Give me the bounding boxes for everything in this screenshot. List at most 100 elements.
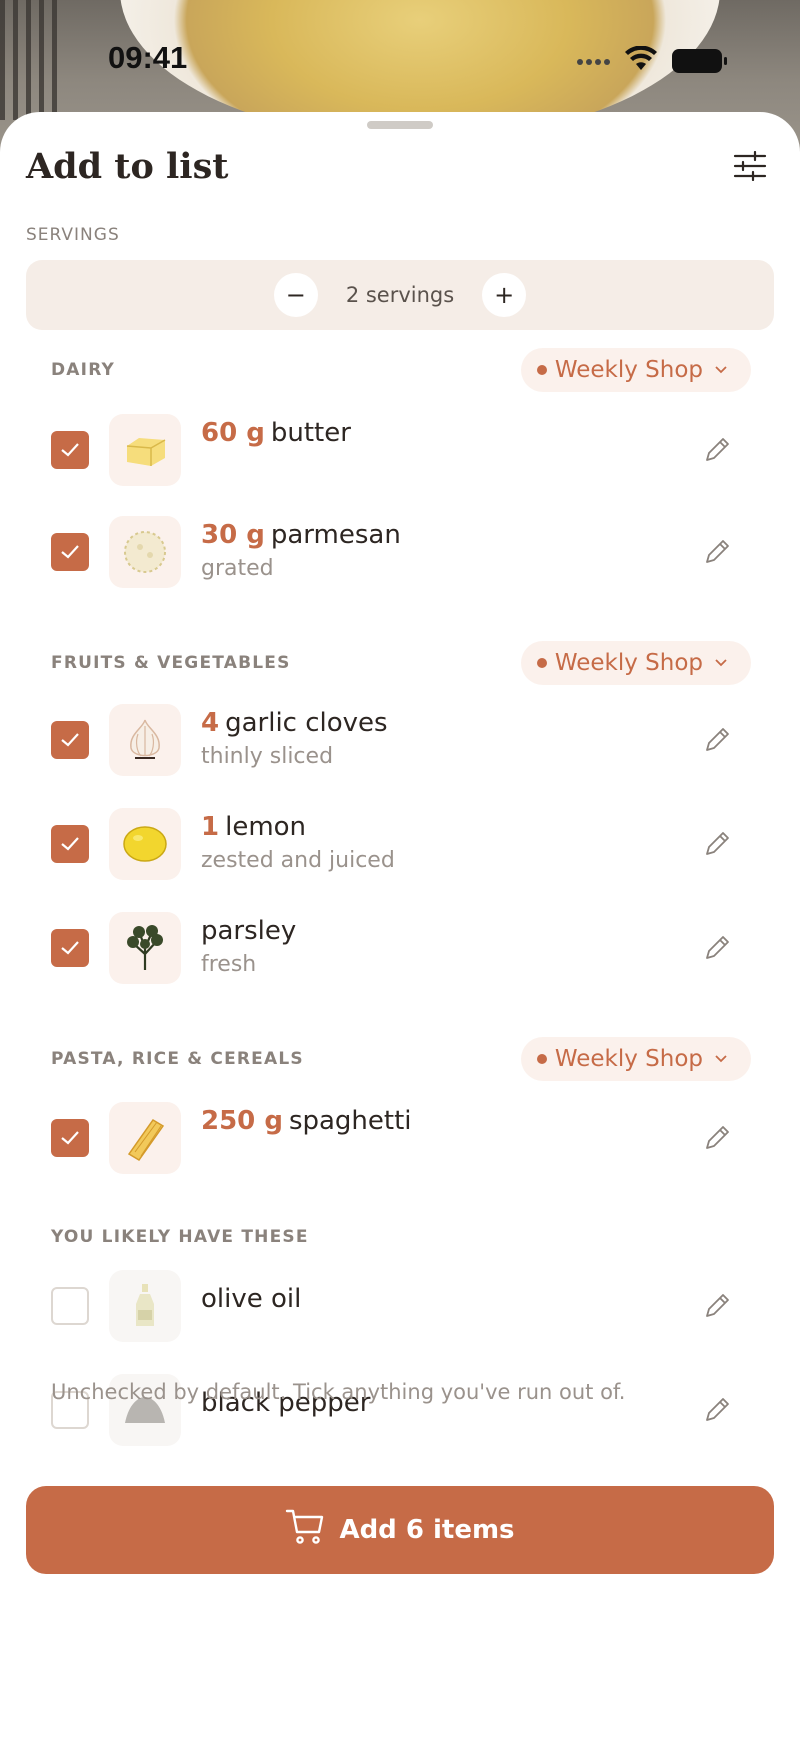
item-name: butter bbox=[270, 418, 351, 448]
dot-icon bbox=[536, 658, 547, 668]
list-item[interactable]: 250 g spaghetti bbox=[51, 1100, 751, 1174]
item-note: thinly sliced bbox=[201, 744, 334, 769]
list-name: Weekly Shop bbox=[554, 650, 703, 676]
section-header-pantry: YOU LIKELY HAVE THESE bbox=[51, 1215, 751, 1259]
item-quantity: 30 g bbox=[201, 520, 265, 550]
item-note: grated bbox=[201, 556, 274, 581]
list-item[interactable]: 60 g butter bbox=[51, 412, 751, 486]
add-items-button[interactable]: Add 6 items bbox=[26, 1486, 774, 1574]
lemon-icon bbox=[109, 808, 181, 880]
edit-item-button[interactable] bbox=[701, 828, 733, 860]
item-name: olive oil bbox=[201, 1284, 302, 1314]
item-checkbox[interactable] bbox=[51, 431, 89, 469]
list-item[interactable]: 1 lemon zested and juiced bbox=[51, 806, 751, 880]
checkmark-icon bbox=[61, 545, 79, 559]
cart-icon bbox=[285, 1508, 325, 1553]
checkmark-icon bbox=[61, 941, 79, 955]
item-checkbox[interactable] bbox=[51, 721, 89, 759]
item-name: spaghetti bbox=[288, 1106, 412, 1136]
pencil-icon bbox=[706, 936, 729, 959]
item-quantity: 60 g bbox=[201, 418, 265, 448]
section-title: YOU LIKELY HAVE THESE bbox=[51, 1227, 309, 1247]
plus-icon: + bbox=[494, 281, 515, 309]
dot-icon bbox=[536, 1054, 547, 1064]
sheet-grabber[interactable] bbox=[367, 121, 433, 129]
minus-icon: − bbox=[285, 281, 306, 309]
olive-oil-icon bbox=[109, 1270, 181, 1342]
pencil-icon bbox=[706, 728, 729, 751]
status-bar: 09:41 bbox=[0, 38, 800, 82]
chevron-down-icon bbox=[715, 1051, 727, 1067]
pencil-icon bbox=[706, 1126, 729, 1149]
list-name: Weekly Shop bbox=[554, 357, 703, 383]
sliders-icon bbox=[733, 150, 767, 185]
parmesan-icon bbox=[109, 516, 181, 588]
item-checkbox[interactable] bbox=[51, 825, 89, 863]
section-title: FRUITS & VEGETABLES bbox=[51, 653, 291, 673]
edit-item-button[interactable] bbox=[701, 536, 733, 568]
item-name: garlic cloves bbox=[225, 708, 388, 738]
chevron-down-icon bbox=[715, 362, 727, 378]
status-icons bbox=[576, 45, 727, 76]
filter-button[interactable] bbox=[730, 148, 770, 188]
section-header-dairy: DAIRY Weekly Shop bbox=[51, 348, 751, 392]
add-items-label: Add 6 items bbox=[339, 1515, 515, 1545]
item-checkbox[interactable] bbox=[51, 1119, 89, 1157]
wifi-icon bbox=[624, 45, 658, 76]
parsley-icon bbox=[109, 912, 181, 984]
dot-icon bbox=[536, 365, 547, 375]
pencil-icon bbox=[706, 832, 729, 855]
section-header-fruits-vegetables: FRUITS & VEGETABLES Weekly Shop bbox=[51, 641, 751, 685]
checkmark-icon bbox=[61, 443, 79, 457]
edit-item-button[interactable] bbox=[701, 724, 733, 756]
item-note: zested and juiced bbox=[201, 848, 395, 873]
garlic-icon bbox=[109, 704, 181, 776]
item-note: fresh bbox=[201, 952, 257, 977]
spaghetti-icon bbox=[109, 1102, 181, 1174]
servings-stepper: − 2 servings + bbox=[26, 260, 774, 330]
pencil-icon bbox=[706, 438, 729, 461]
list-name: Weekly Shop bbox=[554, 1046, 703, 1072]
servings-value: 2 servings bbox=[345, 283, 455, 307]
edit-item-button[interactable] bbox=[701, 1394, 733, 1426]
pantry-note: Unchecked by default. Tick anything you'… bbox=[51, 1380, 626, 1404]
checkmark-icon bbox=[61, 1131, 79, 1145]
list-selector-dairy[interactable]: Weekly Shop bbox=[520, 348, 751, 392]
battery-icon bbox=[672, 49, 727, 73]
add-to-list-sheet: Add to list SERVINGS − 2 servings + DAIR… bbox=[0, 112, 800, 1738]
list-item[interactable]: parsley fresh bbox=[51, 910, 751, 984]
list-item[interactable]: 30 g parmesan grated bbox=[51, 514, 751, 588]
chevron-down-icon bbox=[715, 655, 727, 671]
edit-item-button[interactable] bbox=[701, 932, 733, 964]
item-checkbox[interactable] bbox=[51, 533, 89, 571]
list-selector-fruits-vegetables[interactable]: Weekly Shop bbox=[520, 641, 751, 685]
item-name: parmesan bbox=[270, 520, 401, 550]
item-name: lemon bbox=[225, 812, 307, 842]
section-header-pasta-rice-cereals: PASTA, RICE & CEREALS Weekly Shop bbox=[51, 1037, 751, 1081]
pencil-icon bbox=[706, 1294, 729, 1317]
list-item[interactable]: olive oil bbox=[51, 1268, 751, 1342]
edit-item-button[interactable] bbox=[701, 434, 733, 466]
item-name: parsley bbox=[201, 916, 297, 946]
item-checkbox[interactable] bbox=[51, 929, 89, 967]
item-quantity: 4 bbox=[201, 708, 220, 738]
increase-servings-button[interactable]: + bbox=[482, 273, 527, 317]
section-title: DAIRY bbox=[51, 360, 116, 380]
item-quantity: 1 bbox=[201, 812, 220, 842]
item-quantity: 250 g bbox=[201, 1106, 283, 1136]
list-selector-pasta-rice-cereals[interactable]: Weekly Shop bbox=[520, 1037, 751, 1081]
checkmark-icon bbox=[61, 837, 79, 851]
list-item[interactable]: 4 garlic cloves thinly sliced bbox=[51, 702, 751, 776]
status-time: 09:41 bbox=[108, 40, 188, 75]
pencil-icon bbox=[706, 1398, 729, 1421]
item-checkbox[interactable] bbox=[51, 1287, 89, 1325]
edit-item-button[interactable] bbox=[701, 1290, 733, 1322]
butter-icon bbox=[109, 414, 181, 486]
edit-item-button[interactable] bbox=[701, 1122, 733, 1154]
signal-dots-icon bbox=[576, 52, 610, 71]
section-title: PASTA, RICE & CEREALS bbox=[51, 1049, 304, 1069]
servings-label: SERVINGS bbox=[26, 225, 120, 245]
sheet-title: Add to list bbox=[26, 146, 229, 187]
decrease-servings-button[interactable]: − bbox=[273, 273, 318, 317]
checkmark-icon bbox=[61, 733, 79, 747]
